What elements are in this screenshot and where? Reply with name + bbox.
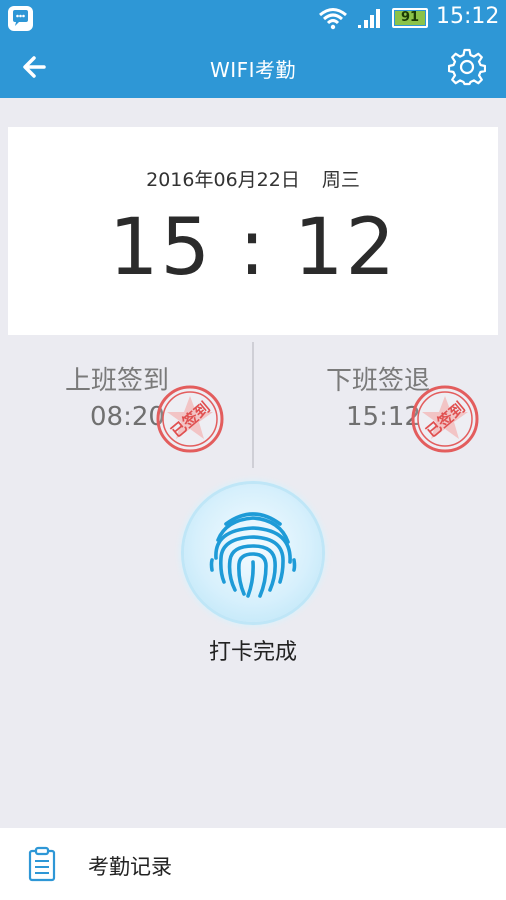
signed-stamp-icon: 已签到 xyxy=(410,384,480,454)
current-time: 15 : 12 xyxy=(108,203,398,293)
fingerprint-punch-button[interactable] xyxy=(184,484,322,622)
punch-status-label: 打卡完成 xyxy=(208,640,297,665)
weekday-text: 周三 xyxy=(321,169,360,191)
settings-button[interactable] xyxy=(447,48,487,86)
gear-icon xyxy=(447,48,487,86)
chat-app-icon xyxy=(8,6,33,31)
fingerprint-icon xyxy=(209,512,297,598)
check-out-column: 下班签退 15:12 已签到 xyxy=(254,340,504,468)
wifi-icon xyxy=(318,6,348,34)
attendance-record-label: 考勤记录 xyxy=(88,855,172,879)
date-text: 2016年06月22日 xyxy=(146,169,300,191)
attendance-status: 上班签到 08:20 已签到 下班签退 15:12 已签到 xyxy=(0,340,506,468)
signal-icon xyxy=(356,7,384,33)
battery-level: 91 xyxy=(400,10,420,25)
attendance-record-bar[interactable]: 考勤记录 xyxy=(0,828,506,900)
check-in-column: 上班签到 08:20 已签到 xyxy=(0,340,250,468)
status-time: 15:12 xyxy=(436,4,500,29)
page-title: WIFI考勤 xyxy=(209,58,297,82)
app-bar: WIFI考勤 xyxy=(0,36,506,98)
signed-stamp-icon: 已签到 xyxy=(155,384,225,454)
battery-icon: 91 xyxy=(392,8,428,28)
clipboard-icon xyxy=(28,846,56,886)
time-card: 2016年06月22日 周三 15 : 12 xyxy=(8,127,498,335)
status-bar: 91 15:12 xyxy=(0,0,506,36)
date-line: 2016年06月22日 周三 xyxy=(8,165,498,192)
